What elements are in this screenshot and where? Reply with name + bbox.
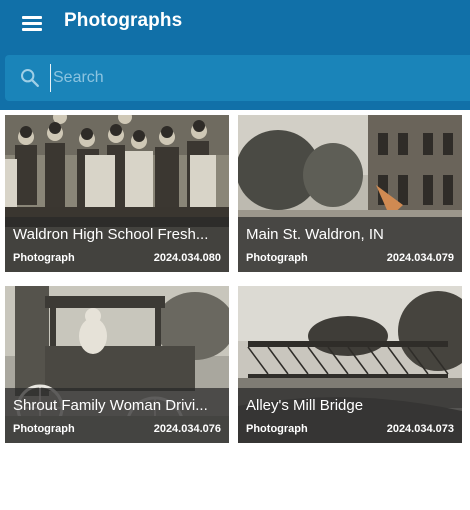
photo-card[interactable]: Alley's Mill Bridge Photograph 2024.034.… [238,286,462,443]
card-id: 2024.034.076 [153,423,221,435]
card-type: Photograph [13,252,75,264]
card-title: Main St. Waldron, IN [246,226,384,243]
photo-card[interactable]: Shrout Family Woman Drivi... Photograph … [5,286,229,443]
search-bar [5,55,470,101]
photo-card[interactable]: Main St. Waldron, IN Photograph 2024.034… [238,115,462,272]
card-caption: Shrout Family Woman Drivi... Photograph … [5,388,229,443]
card-caption: Main St. Waldron, IN Photograph 2024.034… [238,217,462,272]
search-input[interactable] [50,64,450,92]
card-caption: Alley's Mill Bridge Photograph 2024.034.… [238,388,462,443]
app: Photographs Search Waldron High School F… [0,0,470,510]
card-id: 2024.034.079 [386,252,454,264]
card-type: Photograph [246,252,308,264]
card-type: Photograph [246,423,308,435]
search-icon [21,69,39,87]
card-title: Waldron High School Fresh... [13,226,209,243]
card-title: Shrout Family Woman Drivi... [13,397,208,414]
card-title: Alley's Mill Bridge [246,397,364,414]
hamburger-menu-icon[interactable] [22,15,42,31]
card-type: Photograph [13,423,75,435]
card-caption: Waldron High School Fresh... Photograph … [5,217,229,272]
photo-card[interactable]: Waldron High School Fresh... Photograph … [5,115,229,272]
card-id: 2024.034.073 [386,423,454,435]
page-title: Photographs [64,10,183,31]
card-id: 2024.034.080 [153,252,221,264]
